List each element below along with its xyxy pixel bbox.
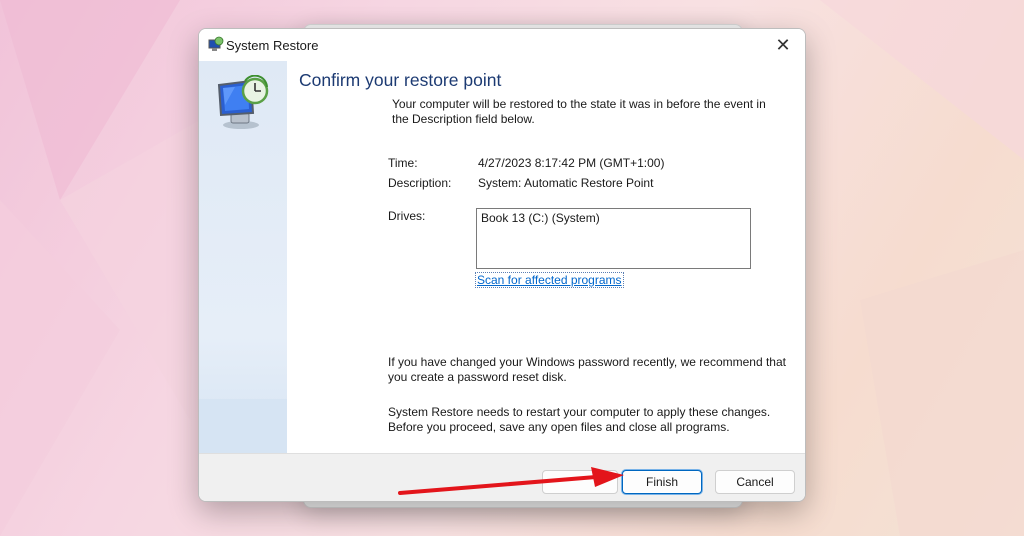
description-label: Description: — [388, 176, 452, 190]
list-item[interactable]: Book 13 (C:) (System) — [481, 211, 600, 225]
red-arrow-icon — [398, 467, 624, 495]
drives-label: Drives: — [388, 209, 426, 223]
close-button[interactable]: ✕ — [761, 29, 805, 61]
restart-note: System Restore needs to restart your com… — [388, 405, 771, 434]
system-restore-dialog: System Restore ✕ Confirm your restore po… — [198, 28, 806, 502]
finish-button[interactable]: Finish — [622, 470, 702, 494]
password-note: If you have changed your Windows passwor… — [388, 355, 786, 384]
close-icon: ✕ — [775, 34, 791, 55]
title-bar: System Restore ✕ — [199, 29, 805, 61]
sidebar-panel — [199, 61, 287, 453]
scan-affected-programs-link[interactable]: Scan for affected programs — [475, 272, 624, 288]
time-value: 4/27/2023 8:17:42 PM (GMT+1:00) — [478, 156, 665, 170]
sidebar-lower-band — [199, 399, 287, 453]
drives-list[interactable]: Book 13 (C:) (System) — [476, 208, 751, 269]
intro-text: Your computer will be restored to the st… — [392, 97, 766, 126]
window-title: System Restore — [226, 38, 319, 53]
time-label: Time: — [388, 156, 418, 170]
page-title: Confirm your restore point — [299, 70, 502, 90]
system-restore-icon — [208, 36, 224, 51]
cancel-button[interactable]: Cancel — [715, 470, 795, 494]
description-value: System: Automatic Restore Point — [478, 176, 654, 190]
monitor-clock-icon — [217, 75, 269, 129]
